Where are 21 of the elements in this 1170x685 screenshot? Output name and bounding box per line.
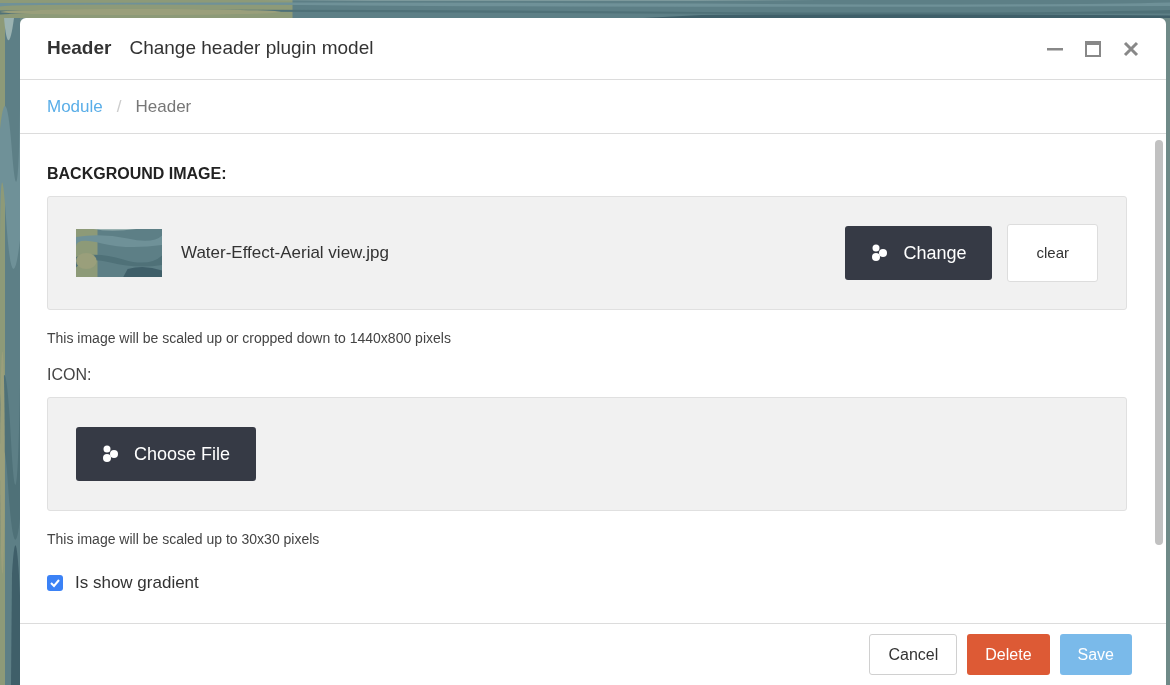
footer-button[interactable]: Delete	[967, 634, 1050, 675]
maximize-icon[interactable]	[1085, 40, 1101, 57]
window-title: Change header plugin model	[129, 36, 374, 61]
scrollbar[interactable]	[1155, 140, 1163, 545]
footer-button[interactable]: Cancel	[869, 634, 958, 675]
clear-button[interactable]: clear	[1007, 224, 1098, 282]
upload-button[interactable]: Choose File	[76, 427, 257, 481]
help-text: This image will be scaled up or cropped down to 1440x800 pixels	[47, 329, 452, 348]
blob-icon	[871, 244, 890, 262]
breadcrumb-current: Header	[135, 95, 192, 118]
checkbox-label: Is show gradient	[75, 572, 199, 594]
blob-icon	[102, 445, 120, 463]
checkbox[interactable]	[47, 574, 63, 591]
close-icon[interactable]	[1123, 40, 1139, 57]
field-label: BACKGROUND IMAGE:	[47, 164, 228, 184]
field-label: ICON:	[47, 365, 93, 385]
file-name: Water-Effect-Aerial view.jpg	[181, 242, 389, 265]
help-text: This image will be scaled up to 30x30 pixels	[47, 530, 321, 549]
breadcrumb-separator: /	[116, 95, 122, 118]
upload-button[interactable]: Change	[845, 226, 993, 280]
window-title-bold: Header	[47, 36, 112, 61]
